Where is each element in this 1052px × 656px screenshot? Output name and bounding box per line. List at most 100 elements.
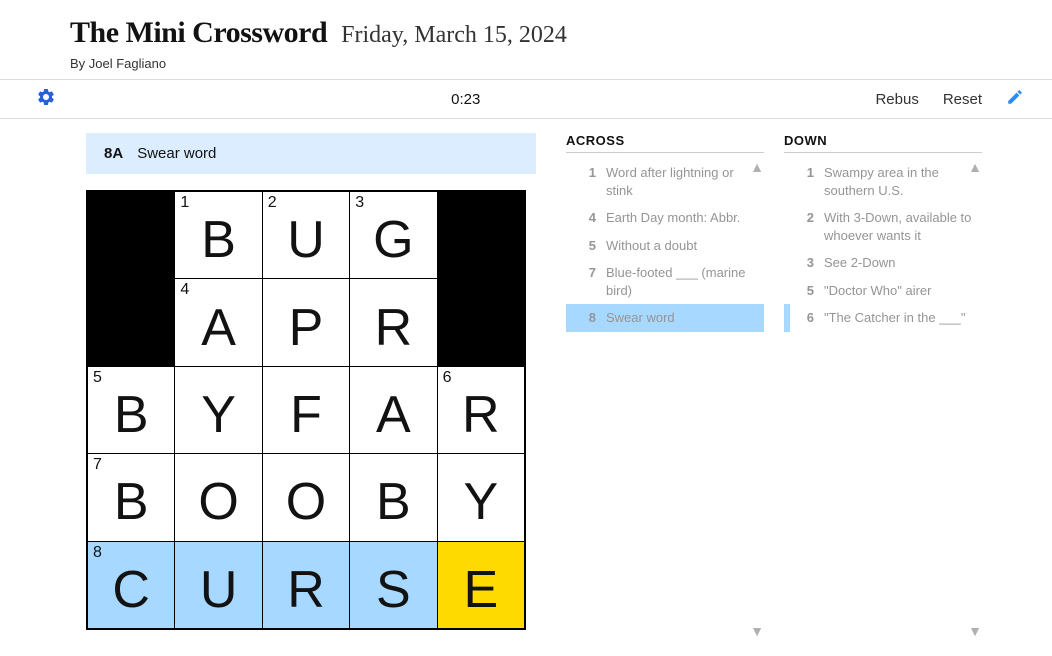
cell[interactable]: Y (438, 454, 524, 540)
page-title: The Mini Crossword (70, 16, 327, 50)
clue-number: 4 (582, 209, 596, 227)
cell-letter: O (198, 476, 238, 528)
clue-number: 1 (800, 164, 814, 199)
cell[interactable]: 2U (263, 192, 349, 278)
clue-item[interactable]: 2 With 3-Down, available to whoever wants… (784, 204, 982, 249)
cell-letter: A (201, 302, 236, 354)
cell-letter: S (376, 564, 411, 616)
cell[interactable]: E (438, 542, 524, 628)
settings-icon[interactable] (36, 87, 56, 112)
cell-number: 6 (443, 369, 452, 387)
cell-letter: B (201, 214, 236, 266)
timer[interactable]: 0:23 (56, 91, 875, 108)
clue-text: Word after lightning or stink (606, 164, 758, 199)
clue-number: 8 (582, 309, 596, 327)
cell[interactable]: O (175, 454, 261, 540)
current-clue-bar: 8A Swear word (86, 133, 536, 174)
cell[interactable]: B (350, 454, 436, 540)
clue-item[interactable]: 1 Word after lightning or stink (566, 159, 764, 204)
cell[interactable]: 3G (350, 192, 436, 278)
current-clue-number: 8A (104, 145, 123, 162)
cell-black (438, 279, 524, 365)
cell[interactable]: 6R (438, 367, 524, 453)
cell[interactable]: 1B (175, 192, 261, 278)
clue-text: With 3-Down, available to whoever wants … (824, 209, 976, 244)
scroll-up-icon[interactable] (750, 159, 764, 175)
cell[interactable]: 4A (175, 279, 261, 365)
scroll-up-icon[interactable] (968, 159, 982, 175)
toolbar: 0:23 Rebus Reset (0, 79, 1052, 119)
cell[interactable]: O (263, 454, 349, 540)
clue-text: See 2-Down (824, 254, 976, 272)
down-clues: DOWN 1Swampy area in the southern U.S.2W… (784, 133, 982, 332)
cell-letter: E (463, 564, 498, 616)
clue-item[interactable]: 4 Earth Day month: Abbr. (566, 204, 764, 232)
cell-letter: B (114, 389, 149, 441)
clue-item[interactable]: 3 See 2-Down (784, 249, 982, 277)
cell-number: 4 (180, 281, 189, 299)
cell[interactable]: 7B (88, 454, 174, 540)
cell-letter: U (200, 564, 238, 616)
clue-item[interactable]: 1 Swampy area in the southern U.S. (784, 159, 982, 204)
across-heading: ACROSS (566, 133, 764, 153)
clue-number: 3 (800, 254, 814, 272)
cell-number: 7 (93, 456, 102, 474)
cell-letter: C (112, 564, 150, 616)
cell-number: 5 (93, 369, 102, 387)
header: The Mini Crossword Friday, March 15, 202… (0, 0, 1052, 79)
cell-letter: R (462, 389, 500, 441)
cell-letter: P (289, 302, 324, 354)
cell[interactable]: P (263, 279, 349, 365)
clue-number: 6 (800, 309, 814, 327)
cell-letter: G (373, 214, 413, 266)
cell[interactable]: 5B (88, 367, 174, 453)
clue-number: 1 (582, 164, 596, 199)
scroll-down-icon[interactable] (968, 623, 982, 639)
crossword-grid[interactable]: 1B2U3G4APR5BYFA6R7BOOBY8CURSE (86, 190, 526, 630)
clue-text: Swampy area in the southern U.S. (824, 164, 976, 199)
clue-text: Blue-footed ___ (marine bird) (606, 264, 758, 299)
cell[interactable]: A (350, 367, 436, 453)
cell-letter: A (376, 389, 411, 441)
reset-button[interactable]: Reset (943, 91, 982, 108)
clue-number: 2 (800, 209, 814, 244)
clue-number: 5 (800, 282, 814, 300)
clue-text: Earth Day month: Abbr. (606, 209, 758, 227)
cell[interactable]: F (263, 367, 349, 453)
cell[interactable]: 8C (88, 542, 174, 628)
clue-item[interactable]: 8 Swear word (566, 304, 764, 332)
clue-number: 5 (582, 237, 596, 255)
cell[interactable]: R (263, 542, 349, 628)
cell-number: 2 (268, 194, 277, 212)
clue-item[interactable]: 7 Blue-footed ___ (marine bird) (566, 259, 764, 304)
clue-item[interactable]: 5 Without a doubt (566, 232, 764, 260)
cell[interactable]: R (350, 279, 436, 365)
cell[interactable]: Y (175, 367, 261, 453)
clue-text: Without a doubt (606, 237, 758, 255)
clue-number: 7 (582, 264, 596, 299)
byline: By Joel Fagliano (70, 56, 982, 71)
cell-black (88, 192, 174, 278)
clue-text: "Doctor Who" airer (824, 282, 976, 300)
cell-letter: Y (463, 476, 498, 528)
clue-item[interactable]: 5 "Doctor Who" airer (784, 277, 982, 305)
cell-number: 8 (93, 544, 102, 562)
cell[interactable]: S (350, 542, 436, 628)
cell-letter: O (286, 476, 326, 528)
clue-text: Swear word (606, 309, 758, 327)
rebus-button[interactable]: Rebus (875, 91, 918, 108)
cell-letter: B (114, 476, 149, 528)
cell-letter: U (287, 214, 325, 266)
cell[interactable]: U (175, 542, 261, 628)
across-clues: ACROSS 1 Word after lightning or stink 4 Ea… (566, 133, 764, 332)
cell-black (438, 192, 524, 278)
clue-item[interactable]: 6 "The Catcher in the ___" (784, 304, 982, 332)
clue-text: "The Catcher in the ___" (824, 309, 976, 327)
cell-letter: R (287, 564, 325, 616)
cell-number: 1 (180, 194, 189, 212)
pencil-icon[interactable] (1006, 88, 1024, 111)
scroll-down-icon[interactable] (750, 623, 764, 639)
cell-black (88, 279, 174, 365)
cell-number: 3 (355, 194, 364, 212)
cell-letter: R (375, 302, 413, 354)
